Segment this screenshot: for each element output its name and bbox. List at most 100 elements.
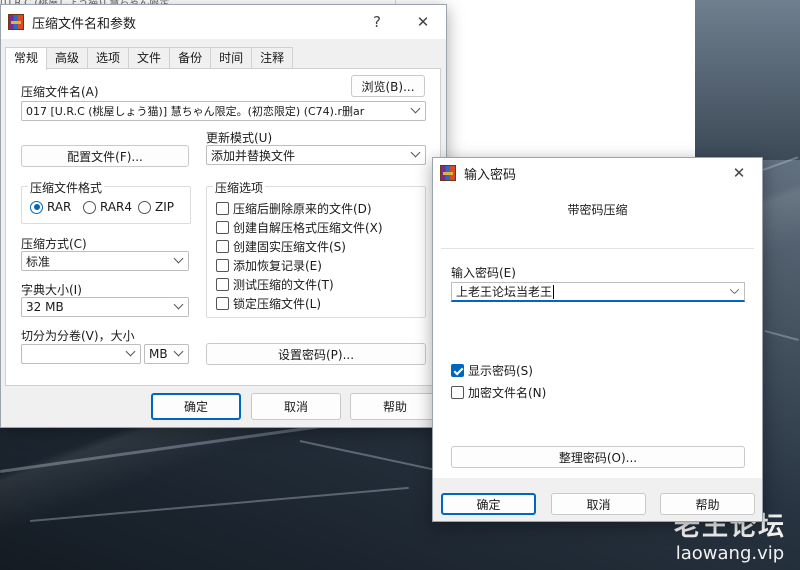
close-icon[interactable]: ✕ [400,5,446,39]
password-heading: 带密码压缩 [567,203,628,217]
checkbox-checked-icon [451,364,464,377]
archive-settings-dialog: 压缩文件名和参数 ? ✕ 常规 高级 选项 文件 备份 时间 注释 压缩文件名(… [0,4,447,428]
chevron-down-icon [410,147,421,158]
cancel-button[interactable]: 取消 [251,393,341,420]
option-solid[interactable]: 创建固实压缩文件(S) [216,238,346,255]
chevron-down-icon[interactable] [729,284,740,294]
dictionary-size-value: 32 MB [26,300,64,314]
option-sfx[interactable]: 创建自解压格式压缩文件(X) [216,219,383,236]
option-label: 创建自解压格式压缩文件(X) [233,221,383,235]
format-rar4-radio[interactable]: RAR4 [83,200,132,214]
dictionary-size-combo[interactable]: 32 MB [21,297,189,317]
chevron-down-icon [410,103,421,114]
format-rar4-label: RAR4 [100,200,133,214]
password-dialog: 输入密码 ✕ 带密码压缩 输入密码(E) 上老王论坛当老王 显示密码(S) 加密… [432,157,763,522]
split-volumes-label: 切分为分卷(V)，大小 [21,329,135,343]
tab-comment[interactable]: 注释 [251,47,294,69]
password-help-button[interactable]: 帮助 [660,493,755,515]
option-label: 压缩后删除原来的文件(D) [233,202,372,216]
password-value: 上老王论坛当老王 [456,285,553,299]
tab-backup[interactable]: 备份 [169,47,212,69]
split-size-combo[interactable] [21,344,141,364]
archive-name-value: 017 [U.R.C (桃屋しょう猫)] 慧ちゃん限定。(初恋限定) (C74)… [26,105,365,118]
encrypt-filenames-label: 加密文件名(N) [468,386,547,400]
set-password-button[interactable]: 设置密码(P)... [206,343,426,365]
option-label: 测试压缩的文件(T) [233,278,334,292]
format-zip-radio[interactable]: ZIP [138,200,174,214]
option-recovery-record[interactable]: 添加恢复记录(E) [216,257,322,274]
browse-button[interactable]: 浏览(B)... [351,75,425,97]
password-ok-button[interactable]: 确定 [441,493,536,515]
organize-passwords-button[interactable]: 整理密码(O)... [451,446,745,468]
tab-files[interactable]: 文件 [128,47,171,69]
wallpaper-streak [764,330,799,341]
profiles-button[interactable]: 配置文件(F)... [21,145,189,167]
archive-name-combo[interactable]: 017 [U.R.C (桃屋しょう猫)] 慧ちゃん限定。(初恋限定) (C74)… [21,101,426,121]
password-dialog-title: 输入密码 [464,167,517,183]
checkbox-icon [451,386,464,399]
encrypt-filenames-checkbox[interactable]: 加密文件名(N) [451,384,546,401]
option-label: 添加恢复记录(E) [233,259,322,273]
tab-options[interactable]: 选项 [87,47,130,69]
show-password-label: 显示密码(S) [468,364,533,378]
password-titlebar: 输入密码 ✕ [433,158,762,188]
background-wallpaper-top [695,0,800,160]
main-titlebar: 压缩文件名和参数 ? ✕ [1,5,446,39]
chevron-down-icon [173,253,184,264]
archive-options-title: 压缩选项 [213,179,266,196]
password-input[interactable]: 上老王论坛当老王 [451,282,745,302]
chevron-down-icon [125,346,136,357]
help-button[interactable]: 帮助 [350,393,440,420]
checkbox-icon [216,297,229,310]
compression-method-combo[interactable]: 标准 [21,251,189,271]
compression-method-value: 标准 [26,254,51,269]
password-dialog-body: 带密码压缩 输入密码(E) 上老王论坛当老王 显示密码(S) 加密文件名(N) … [433,188,762,478]
winrar-app-icon [440,165,456,181]
general-tab-panel: 压缩文件名(A) 浏览(B)... 017 [U.R.C (桃屋しょう猫)] 慧… [5,68,441,386]
tab-time[interactable]: 时间 [210,47,253,69]
main-dialog-title: 压缩文件名和参数 [32,16,137,32]
divider [441,248,754,249]
tab-advanced[interactable]: 高级 [46,47,89,69]
checkbox-icon [216,278,229,291]
close-icon[interactable]: ✕ [716,158,762,188]
tab-bar: 常规 高级 选项 文件 备份 时间 注释 [5,47,294,70]
option-test-files[interactable]: 测试压缩的文件(T) [216,276,334,293]
format-rar-radio[interactable]: RAR [30,200,71,214]
winrar-app-icon [8,14,24,30]
password-label: 输入密码(E) [451,266,516,280]
archive-name-label: 压缩文件名(A) [21,85,99,99]
checkbox-icon [216,202,229,215]
text-caret [553,284,555,299]
dictionary-size-label: 字典大小(I) [21,283,82,297]
password-cancel-button[interactable]: 取消 [551,493,646,515]
tab-general[interactable]: 常规 [5,47,48,70]
option-lock-archive[interactable]: 锁定压缩文件(L) [216,295,321,312]
checkbox-icon [216,259,229,272]
watermark-url: laowang.vip [675,543,785,564]
radio-unselected-icon [83,200,96,214]
chevron-down-icon [173,346,184,357]
radio-unselected-icon [138,200,151,214]
option-delete-after[interactable]: 压缩后删除原来的文件(D) [216,200,372,217]
checkbox-icon [216,221,229,234]
update-mode-label: 更新模式(U) [206,131,273,145]
help-icon[interactable]: ? [354,5,400,39]
option-label: 锁定压缩文件(L) [233,297,322,311]
archive-format-title: 压缩文件格式 [28,179,105,196]
split-unit-value: MB [149,347,168,361]
checkbox-icon [216,240,229,253]
split-unit-combo[interactable]: MB [144,344,189,364]
wallpaper-streak [299,440,437,472]
ok-button[interactable]: 确定 [151,393,241,420]
wallpaper-streak [30,486,409,522]
format-rar-label: RAR [47,200,72,214]
show-password-checkbox[interactable]: 显示密码(S) [451,362,533,379]
update-mode-combo[interactable]: 添加并替换文件 [206,145,426,165]
compression-method-label: 压缩方式(C) [21,237,87,251]
radio-selected-icon [30,200,43,214]
update-mode-value: 添加并替换文件 [211,148,296,163]
option-label: 创建固实压缩文件(S) [233,240,346,254]
chevron-down-icon [173,299,184,310]
format-zip-label: ZIP [155,200,174,214]
